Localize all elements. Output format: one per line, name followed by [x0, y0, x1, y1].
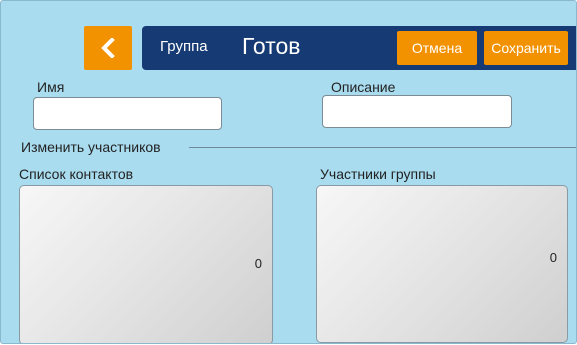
header-bar: Группа Готов Отмена Сохранить — [142, 26, 576, 70]
page-title: Готов — [242, 33, 301, 59]
group-members-label: Участники группы — [320, 166, 436, 182]
group-edit-screen: Группа Готов Отмена Сохранить Имя Описан… — [0, 0, 577, 344]
save-button[interactable]: Сохранить — [484, 31, 568, 65]
cancel-button[interactable]: Отмена — [397, 31, 477, 65]
description-label: Описание — [331, 79, 396, 95]
section-divider — [189, 147, 576, 148]
header-group-label: Группа — [160, 38, 208, 55]
name-label: Имя — [37, 79, 65, 95]
group-members-list[interactable]: 0 — [316, 185, 568, 343]
group-members-count: 0 — [549, 250, 557, 265]
chevron-left-icon — [100, 38, 116, 58]
description-input[interactable] — [322, 95, 512, 128]
contacts-list[interactable]: 0 — [19, 185, 273, 343]
back-button[interactable] — [84, 26, 132, 70]
members-section-heading: Изменить участников — [21, 139, 161, 155]
contacts-list-label: Список контактов — [19, 166, 134, 182]
contacts-count: 0 — [254, 256, 262, 271]
name-input[interactable] — [33, 97, 222, 130]
